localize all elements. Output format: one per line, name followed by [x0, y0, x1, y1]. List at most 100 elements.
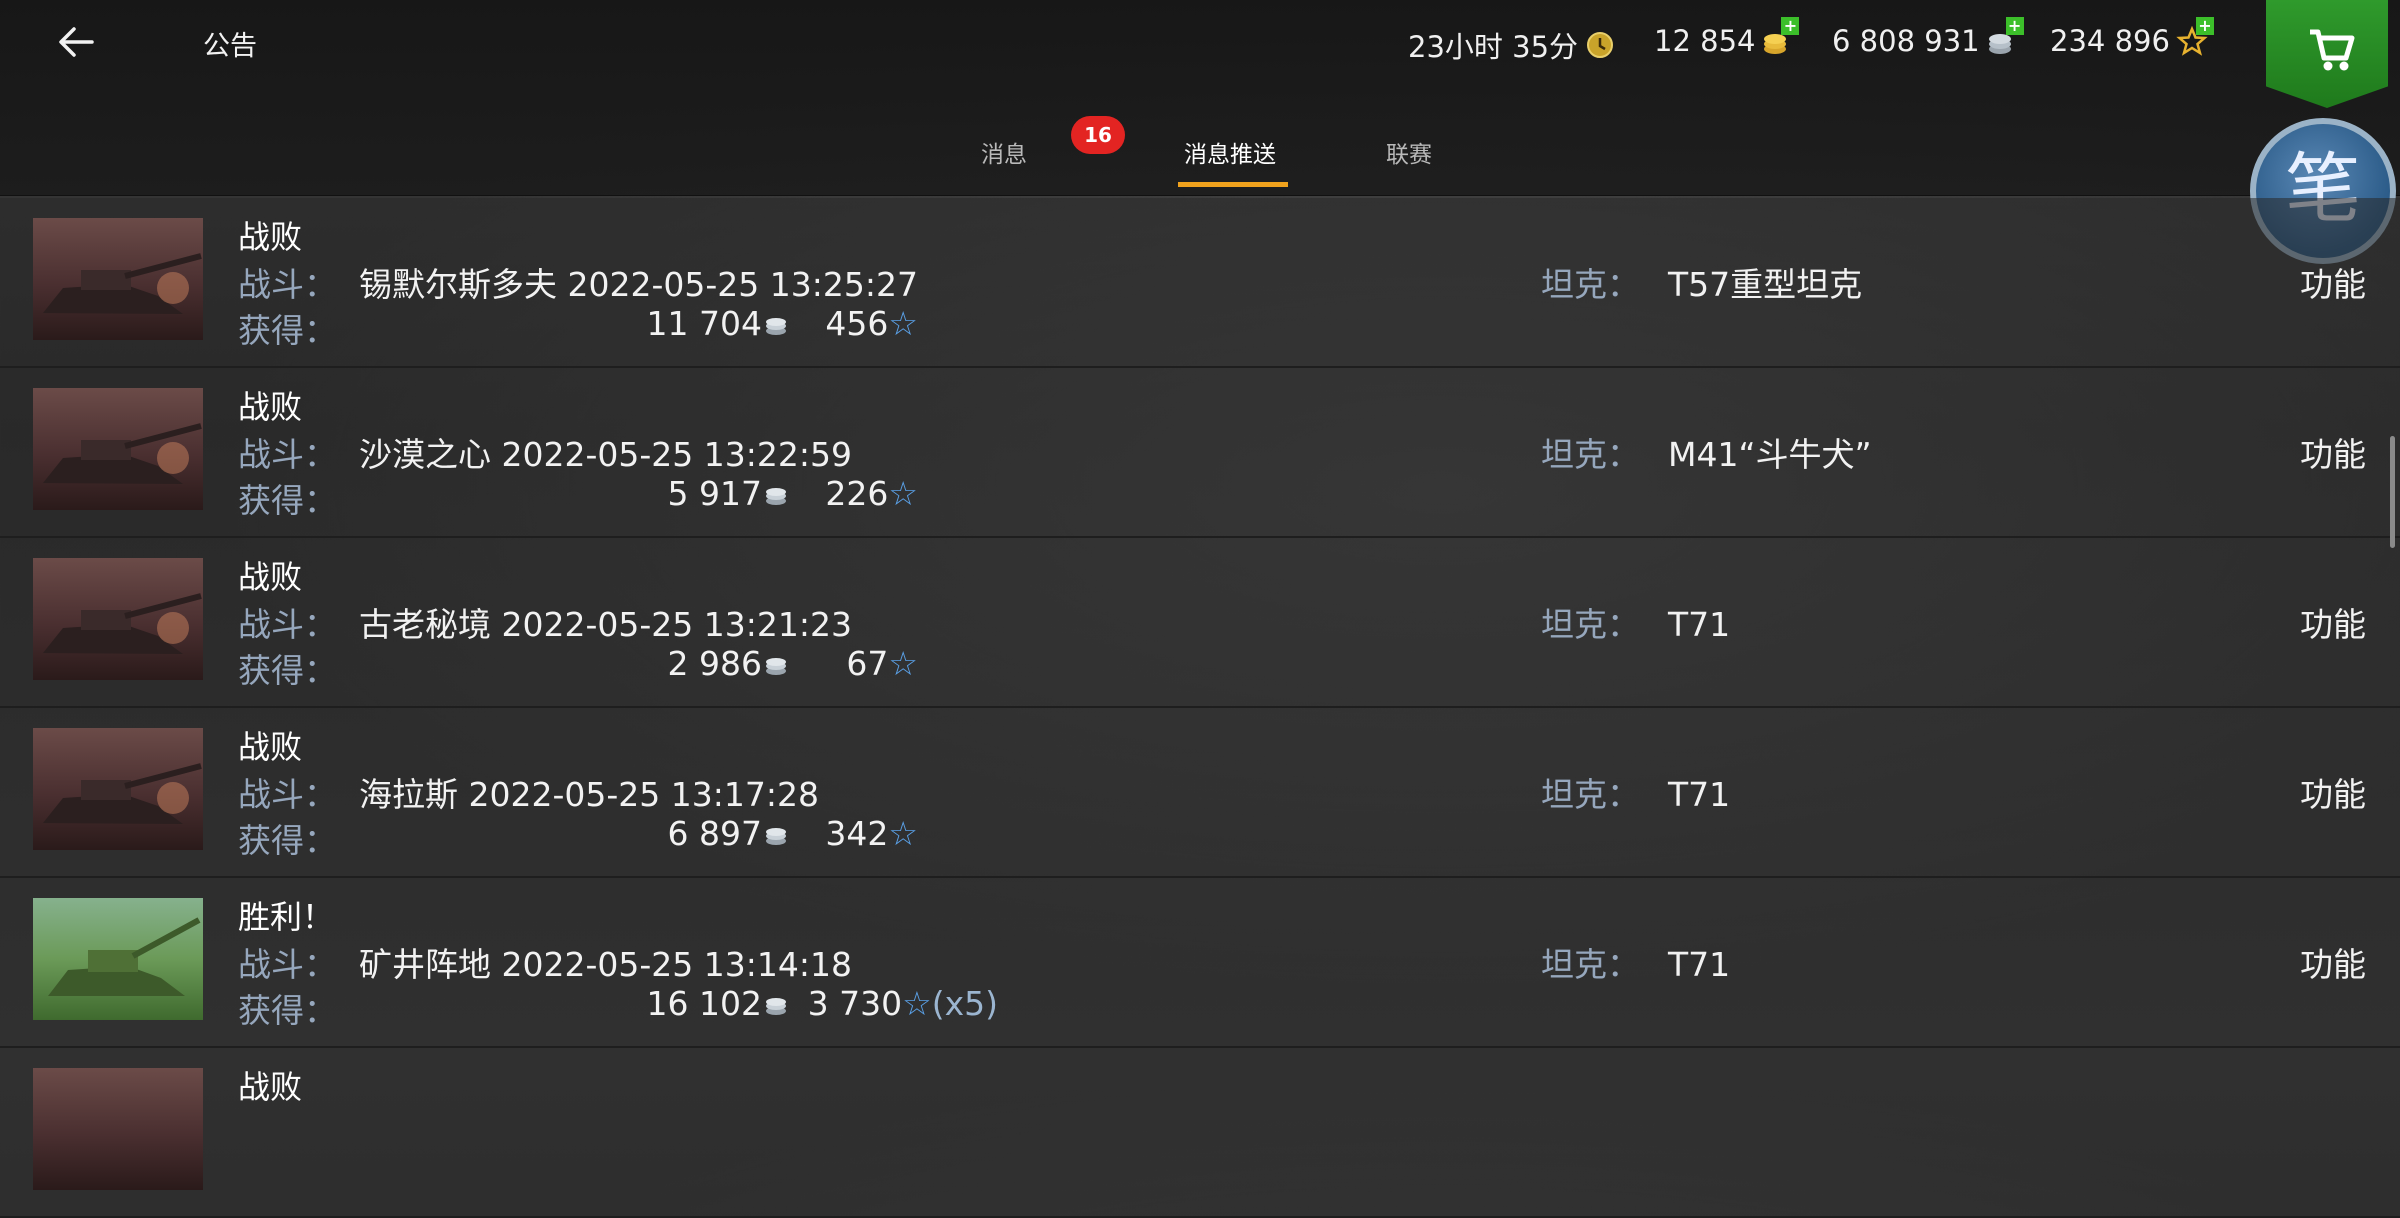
function-button[interactable]: 功能 — [2300, 938, 2366, 986]
star-icon: ☆ — [888, 304, 918, 343]
tank-info: 坦克： T57重型坦克 — [1541, 258, 1862, 306]
battle-info: 战斗： 海拉斯 2022-05-25 13:17:28 — [238, 768, 819, 816]
reward-info: 获得： 5 917 226☆ — [238, 474, 918, 522]
silver-reward-value: 5 917 — [667, 474, 762, 513]
battle-thumbnail — [33, 388, 203, 510]
tank-label: 坦克： — [1541, 605, 1640, 644]
battle-thumbnail — [33, 218, 203, 340]
silver-reward-value: 16 102 — [646, 984, 762, 1023]
tank-info: 坦克： T71 — [1541, 598, 1730, 646]
function-button[interactable]: 功能 — [2300, 258, 2366, 306]
silver-reward: 2 986 — [618, 644, 788, 683]
star-icon: ☆ — [888, 474, 918, 513]
tank-label: 坦克： — [1541, 775, 1640, 814]
reward-info: 获得： 11 704 456☆ — [238, 304, 918, 352]
silver-coin-icon — [766, 827, 786, 845]
tank-name: T71 — [1668, 605, 1731, 644]
silver-coin-icon — [766, 997, 786, 1015]
silver-coins-icon: + — [1986, 17, 2024, 57]
tab-message-push[interactable]: 消息推送 — [1184, 135, 1276, 169]
silver-reward-value: 11 704 — [646, 304, 762, 343]
battle-result: 战败 — [238, 1068, 303, 1106]
active-tab-indicator — [1178, 182, 1288, 187]
shop-button[interactable] — [2266, 0, 2388, 108]
page-title: 公告 — [203, 31, 257, 62]
silver-reward: 6 897 — [618, 814, 788, 853]
tab-league[interactable]: 联赛 — [1386, 135, 1432, 169]
tank-info: 坦克： T71 — [1541, 938, 1730, 986]
add-xp-icon[interactable]: + — [2195, 17, 2214, 35]
function-button[interactable]: 功能 — [2300, 598, 2366, 646]
tank-name: T57重型坦克 — [1668, 265, 1863, 304]
tank-label: 坦克： — [1541, 945, 1640, 984]
xp-reward-value: 342 — [825, 814, 889, 853]
shopping-cart-icon — [2310, 29, 2355, 71]
battle-label: 战斗： — [238, 775, 337, 814]
reward-label: 获得： — [238, 311, 337, 350]
arrow-left-icon[interactable] — [52, 18, 100, 66]
xp-reward-value: 3 730 — [807, 984, 903, 1023]
reward-label: 获得： — [238, 821, 337, 860]
gold-balance[interactable]: 12 854 + — [1654, 17, 1800, 58]
tank-info: 坦克： T71 — [1541, 768, 1730, 816]
battle-label: 战斗： — [238, 435, 337, 474]
battle-info: 战斗： 沙漠之心 2022-05-25 13:22:59 — [238, 428, 852, 476]
free-xp-balance[interactable]: 234 896 + — [2050, 17, 2214, 58]
top-bar: 公告 23小时 35分 12 854 + 6 808 931 + 234 896… — [0, 0, 2400, 196]
list-item[interactable]: 战败 战斗： 海拉斯 2022-05-25 13:17:28 获得： 6 897 … — [0, 708, 2400, 878]
battle-map-time: 矿井阵地 2022-05-25 13:14:18 — [359, 945, 852, 984]
add-gold-icon[interactable]: + — [1781, 17, 1800, 35]
battle-result: 战败 — [238, 218, 303, 256]
tab-messages[interactable]: 消息 — [981, 135, 1027, 169]
list-item[interactable]: 战败 战斗： 锡默尔斯多夫 2022-05-25 13:25:27 获得： 11 … — [0, 198, 2400, 368]
silver-coin-icon — [766, 487, 786, 505]
tank-name: T71 — [1668, 775, 1731, 814]
tank-label: 坦克： — [1541, 435, 1640, 474]
silver-coin-icon — [766, 657, 786, 675]
message-list: 战败 战斗： 锡默尔斯多夫 2022-05-25 13:25:27 获得： 11 … — [0, 198, 2400, 1218]
silver-reward-value: 2 986 — [667, 644, 762, 683]
battle-thumbnail — [33, 898, 203, 1020]
battle-map-time: 古老秘境 2022-05-25 13:21:23 — [359, 605, 852, 644]
gold-coins-icon: + — [1761, 17, 1800, 57]
battle-label: 战斗： — [238, 605, 337, 644]
scrollbar[interactable] — [2390, 436, 2395, 548]
silver-reward: 11 704 — [618, 304, 788, 343]
list-item[interactable]: 战败 战斗： 沙漠之心 2022-05-25 13:22:59 获得： 5 917… — [0, 368, 2400, 538]
function-button[interactable]: 功能 — [2300, 428, 2366, 476]
battle-thumbnail — [33, 558, 203, 680]
list-item[interactable]: 战败 战斗： 古老秘境 2022-05-25 13:21:23 获得： 2 986… — [0, 538, 2400, 708]
list-item[interactable]: 胜利！ 战斗： 矿井阵地 2022-05-25 13:14:18 获得： 16 1… — [0, 878, 2400, 1048]
battle-map-time: 沙漠之心 2022-05-25 13:22:59 — [359, 435, 852, 474]
gold-amount: 12 854 — [1654, 24, 1756, 58]
premium-timer-text: 23小时 35分 — [1408, 30, 1579, 64]
add-silver-icon[interactable]: + — [2005, 17, 2024, 35]
xp-reward-value: 67 — [846, 644, 889, 683]
xp-reward: 456☆ — [788, 304, 918, 343]
premium-timer[interactable]: 23小时 35分 — [1408, 24, 1616, 66]
battle-result: 战败 — [238, 728, 303, 766]
xp-reward: 226☆ — [788, 474, 918, 513]
battle-result: 战败 — [238, 388, 303, 426]
xp-reward: 3 730☆(x5) — [788, 984, 998, 1023]
xp-reward: 67☆ — [788, 644, 918, 683]
battle-label: 战斗： — [238, 945, 337, 984]
battle-label: 战斗： — [238, 265, 337, 304]
reward-info: 获得： 16 102 3 730☆(x5) — [238, 984, 998, 1032]
battle-thumbnail — [33, 728, 203, 850]
xp-reward-value: 456 — [825, 304, 889, 343]
reward-info: 获得： 6 897 342☆ — [238, 814, 918, 862]
unread-badge: 16 — [1071, 116, 1125, 154]
battle-info: 战斗： 锡默尔斯多夫 2022-05-25 13:25:27 — [238, 258, 918, 306]
star-icon: ☆ — [888, 644, 918, 683]
tank-label: 坦克： — [1541, 265, 1640, 304]
star-icon: ☆ — [888, 814, 918, 853]
function-button[interactable]: 功能 — [2300, 768, 2366, 816]
list-item[interactable]: 战败 — [0, 1048, 2400, 1218]
battle-result: 胜利！ — [238, 898, 335, 936]
silver-amount: 6 808 931 — [1832, 24, 1980, 58]
reward-label: 获得： — [238, 991, 337, 1030]
silver-balance[interactable]: 6 808 931 + — [1832, 17, 2024, 58]
battle-info: 战斗： 古老秘境 2022-05-25 13:21:23 — [238, 598, 852, 646]
battle-result: 战败 — [238, 558, 303, 596]
